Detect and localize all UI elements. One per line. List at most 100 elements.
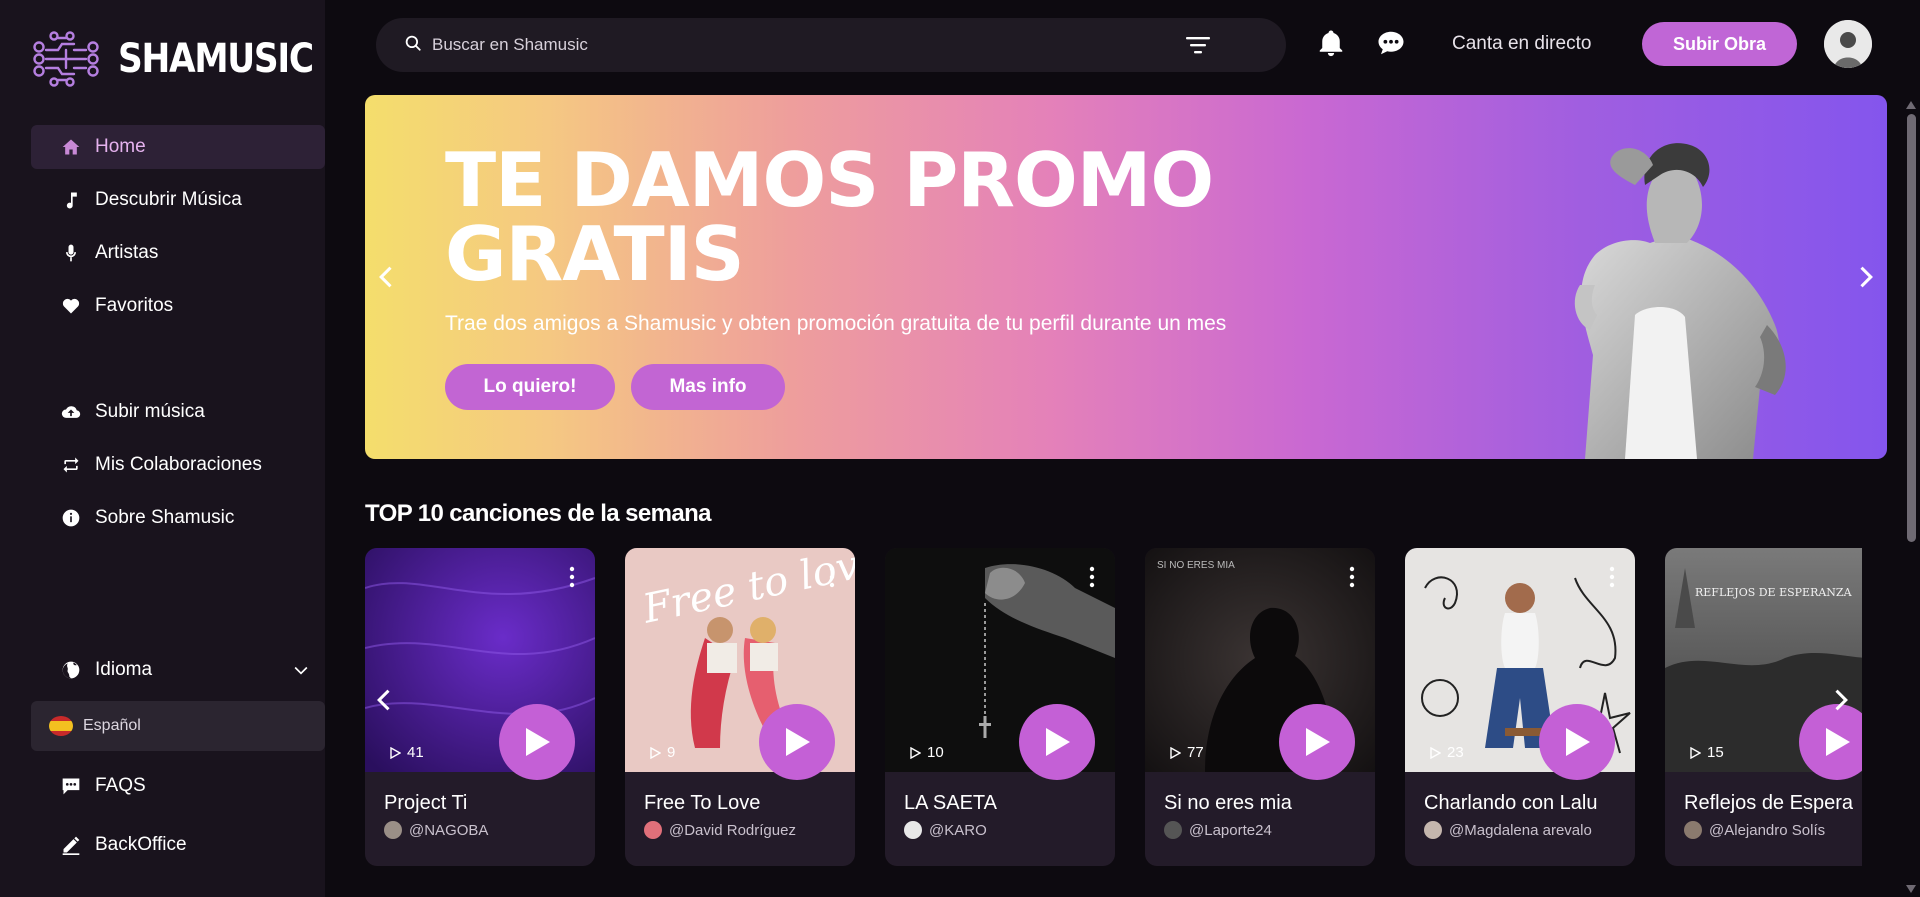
play-count-value: 23: [1447, 744, 1464, 761]
play-button[interactable]: [1019, 704, 1095, 780]
sidebar-item-label: Home: [95, 136, 146, 157]
song-title: Reflejos de Espera: [1684, 792, 1853, 814]
song-title: LA SAETA: [904, 792, 998, 814]
song-artist[interactable]: @David Rodríguez: [644, 821, 796, 839]
song-artist[interactable]: @Alejandro Solís: [1684, 821, 1825, 839]
language-value: Español: [83, 717, 141, 734]
carousel-next-arrow-icon[interactable]: [1826, 686, 1854, 714]
song-artist[interactable]: @Laporte24: [1164, 821, 1272, 839]
sidebar-item-home[interactable]: Home: [31, 125, 325, 169]
repeat-icon: [61, 455, 81, 475]
sidebar-item-label: Mis Colaboraciones: [95, 454, 262, 475]
song-card[interactable]: Free to love 9 Free To Love @David Rodrí…: [625, 548, 855, 866]
bell-icon[interactable]: [1316, 28, 1346, 58]
play-count-value: 15: [1707, 744, 1724, 761]
song-card[interactable]: 41 Project Ti @NAGOBA: [365, 548, 595, 866]
banner-next-arrow-icon[interactable]: [1851, 263, 1879, 291]
song-artist[interactable]: @NAGOBA: [384, 821, 488, 839]
scroll-up-icon[interactable]: [1905, 100, 1917, 110]
sidebar-item-backoffice[interactable]: BackOffice: [31, 823, 325, 867]
banner-more-info-button[interactable]: Mas info: [631, 364, 785, 410]
play-count-value: 9: [667, 744, 676, 761]
sidebar-item-label: Sobre Shamusic: [95, 507, 235, 528]
play-count: 10: [909, 744, 944, 761]
spain-flag-icon: [49, 716, 73, 736]
app-root: SHAMUSIC Home Descubrir Música Artistas …: [0, 0, 1920, 897]
search-bar[interactable]: [376, 18, 1286, 72]
more-vertical-icon[interactable]: [1089, 566, 1095, 588]
song-artist[interactable]: @KARO: [904, 821, 987, 839]
info-icon: [61, 508, 81, 528]
artist-handle: @Alejandro Solís: [1709, 821, 1826, 839]
artist-avatar: [904, 821, 922, 839]
filter-icon[interactable]: [1186, 35, 1210, 55]
globe-icon: [61, 660, 81, 680]
play-outline-icon: [1430, 746, 1441, 759]
song-artist[interactable]: @Magdalena arevalo: [1424, 821, 1592, 839]
chevron-down-icon: [294, 666, 308, 675]
play-button[interactable]: [1539, 704, 1615, 780]
scroll-down-icon[interactable]: [1905, 884, 1917, 894]
song-card[interactable]: SI NO ERES MIA 77 Si no eres mia @Laport…: [1145, 548, 1375, 866]
artist-handle: @Laporte24: [1189, 821, 1272, 839]
artist-handle: @NAGOBA: [409, 821, 489, 839]
play-icon: [1046, 728, 1070, 756]
more-vertical-icon[interactable]: [1349, 566, 1355, 588]
app-name: SHAMUSIC: [118, 36, 314, 82]
top10-section-title: TOP 10 canciones de la semana: [365, 500, 712, 527]
language-option-selected[interactable]: Español: [31, 701, 325, 751]
play-count-value: 41: [407, 744, 424, 761]
banner-cta-button[interactable]: Lo quiero!: [445, 364, 615, 410]
play-count: 9: [649, 744, 675, 761]
sidebar-item-descubrir[interactable]: Descubrir Música: [31, 178, 325, 222]
play-outline-icon: [650, 746, 661, 759]
sidebar-item-subir-musica[interactable]: Subir música: [31, 390, 325, 434]
language-dropdown[interactable]: Idioma: [31, 650, 311, 690]
sidebar-item-favoritos[interactable]: Favoritos: [31, 284, 325, 328]
more-vertical-icon[interactable]: [829, 566, 835, 588]
live-sing-link[interactable]: Canta en directo: [1452, 33, 1591, 55]
circuit-logo-icon: [33, 31, 99, 87]
artist-handle: @KARO: [929, 821, 987, 839]
song-card[interactable]: 10 LA SAETA @KARO: [885, 548, 1115, 866]
play-icon: [1306, 728, 1330, 756]
artist-avatar: [384, 821, 402, 839]
user-avatar[interactable]: [1824, 20, 1872, 68]
cloud-upload-icon: [61, 402, 81, 422]
sidebar-item-label: Favoritos: [95, 295, 174, 316]
logo[interactable]: SHAMUSIC: [28, 30, 345, 88]
play-icon: [786, 728, 810, 756]
carousel-prev-arrow-icon[interactable]: [371, 686, 399, 714]
play-button[interactable]: [499, 704, 575, 780]
home-icon: [61, 137, 81, 157]
play-count: 23: [1429, 744, 1464, 761]
more-vertical-icon[interactable]: [569, 566, 575, 588]
search-input[interactable]: [432, 35, 1132, 55]
banner-prev-arrow-icon[interactable]: [373, 263, 401, 291]
play-outline-icon: [1690, 746, 1701, 759]
upload-work-button[interactable]: Subir Obra: [1642, 22, 1797, 66]
cover-text: SI NO ERES MIA: [1157, 560, 1235, 571]
sidebar-item-faqs[interactable]: FAQS: [31, 764, 325, 808]
play-count: 77: [1169, 744, 1204, 761]
sidebar-item-label: Artistas: [95, 242, 159, 263]
sidebar-item-colaboraciones[interactable]: Mis Colaboraciones: [31, 443, 325, 487]
song-card[interactable]: 23 Charlando con Lalu @Magdalena arevalo: [1405, 548, 1635, 866]
sidebar-item-label: FAQS: [95, 775, 146, 796]
play-button[interactable]: [759, 704, 835, 780]
chat-bubble-icon[interactable]: [1376, 28, 1406, 58]
play-button[interactable]: [1279, 704, 1355, 780]
sidebar-item-sobre[interactable]: Sobre Shamusic: [31, 496, 325, 540]
music-note-icon: [61, 190, 81, 210]
top10-carousel: 41 Project Ti @NAGOBA Free to love 9 Fre…: [365, 548, 1862, 866]
more-vertical-icon[interactable]: [1609, 566, 1615, 588]
play-icon: [1566, 728, 1590, 756]
sidebar-item-artistas[interactable]: Artistas: [31, 231, 325, 275]
cover-text: REFLEJOS DE ESPERANZA: [1695, 586, 1853, 599]
artist-handle: @David Rodríguez: [669, 821, 796, 839]
user-photo-icon: [1824, 20, 1872, 68]
artist-avatar: [1684, 821, 1702, 839]
search-icon: [404, 34, 422, 57]
scrollbar-thumb[interactable]: [1907, 114, 1916, 542]
pencil-icon: [61, 835, 81, 855]
